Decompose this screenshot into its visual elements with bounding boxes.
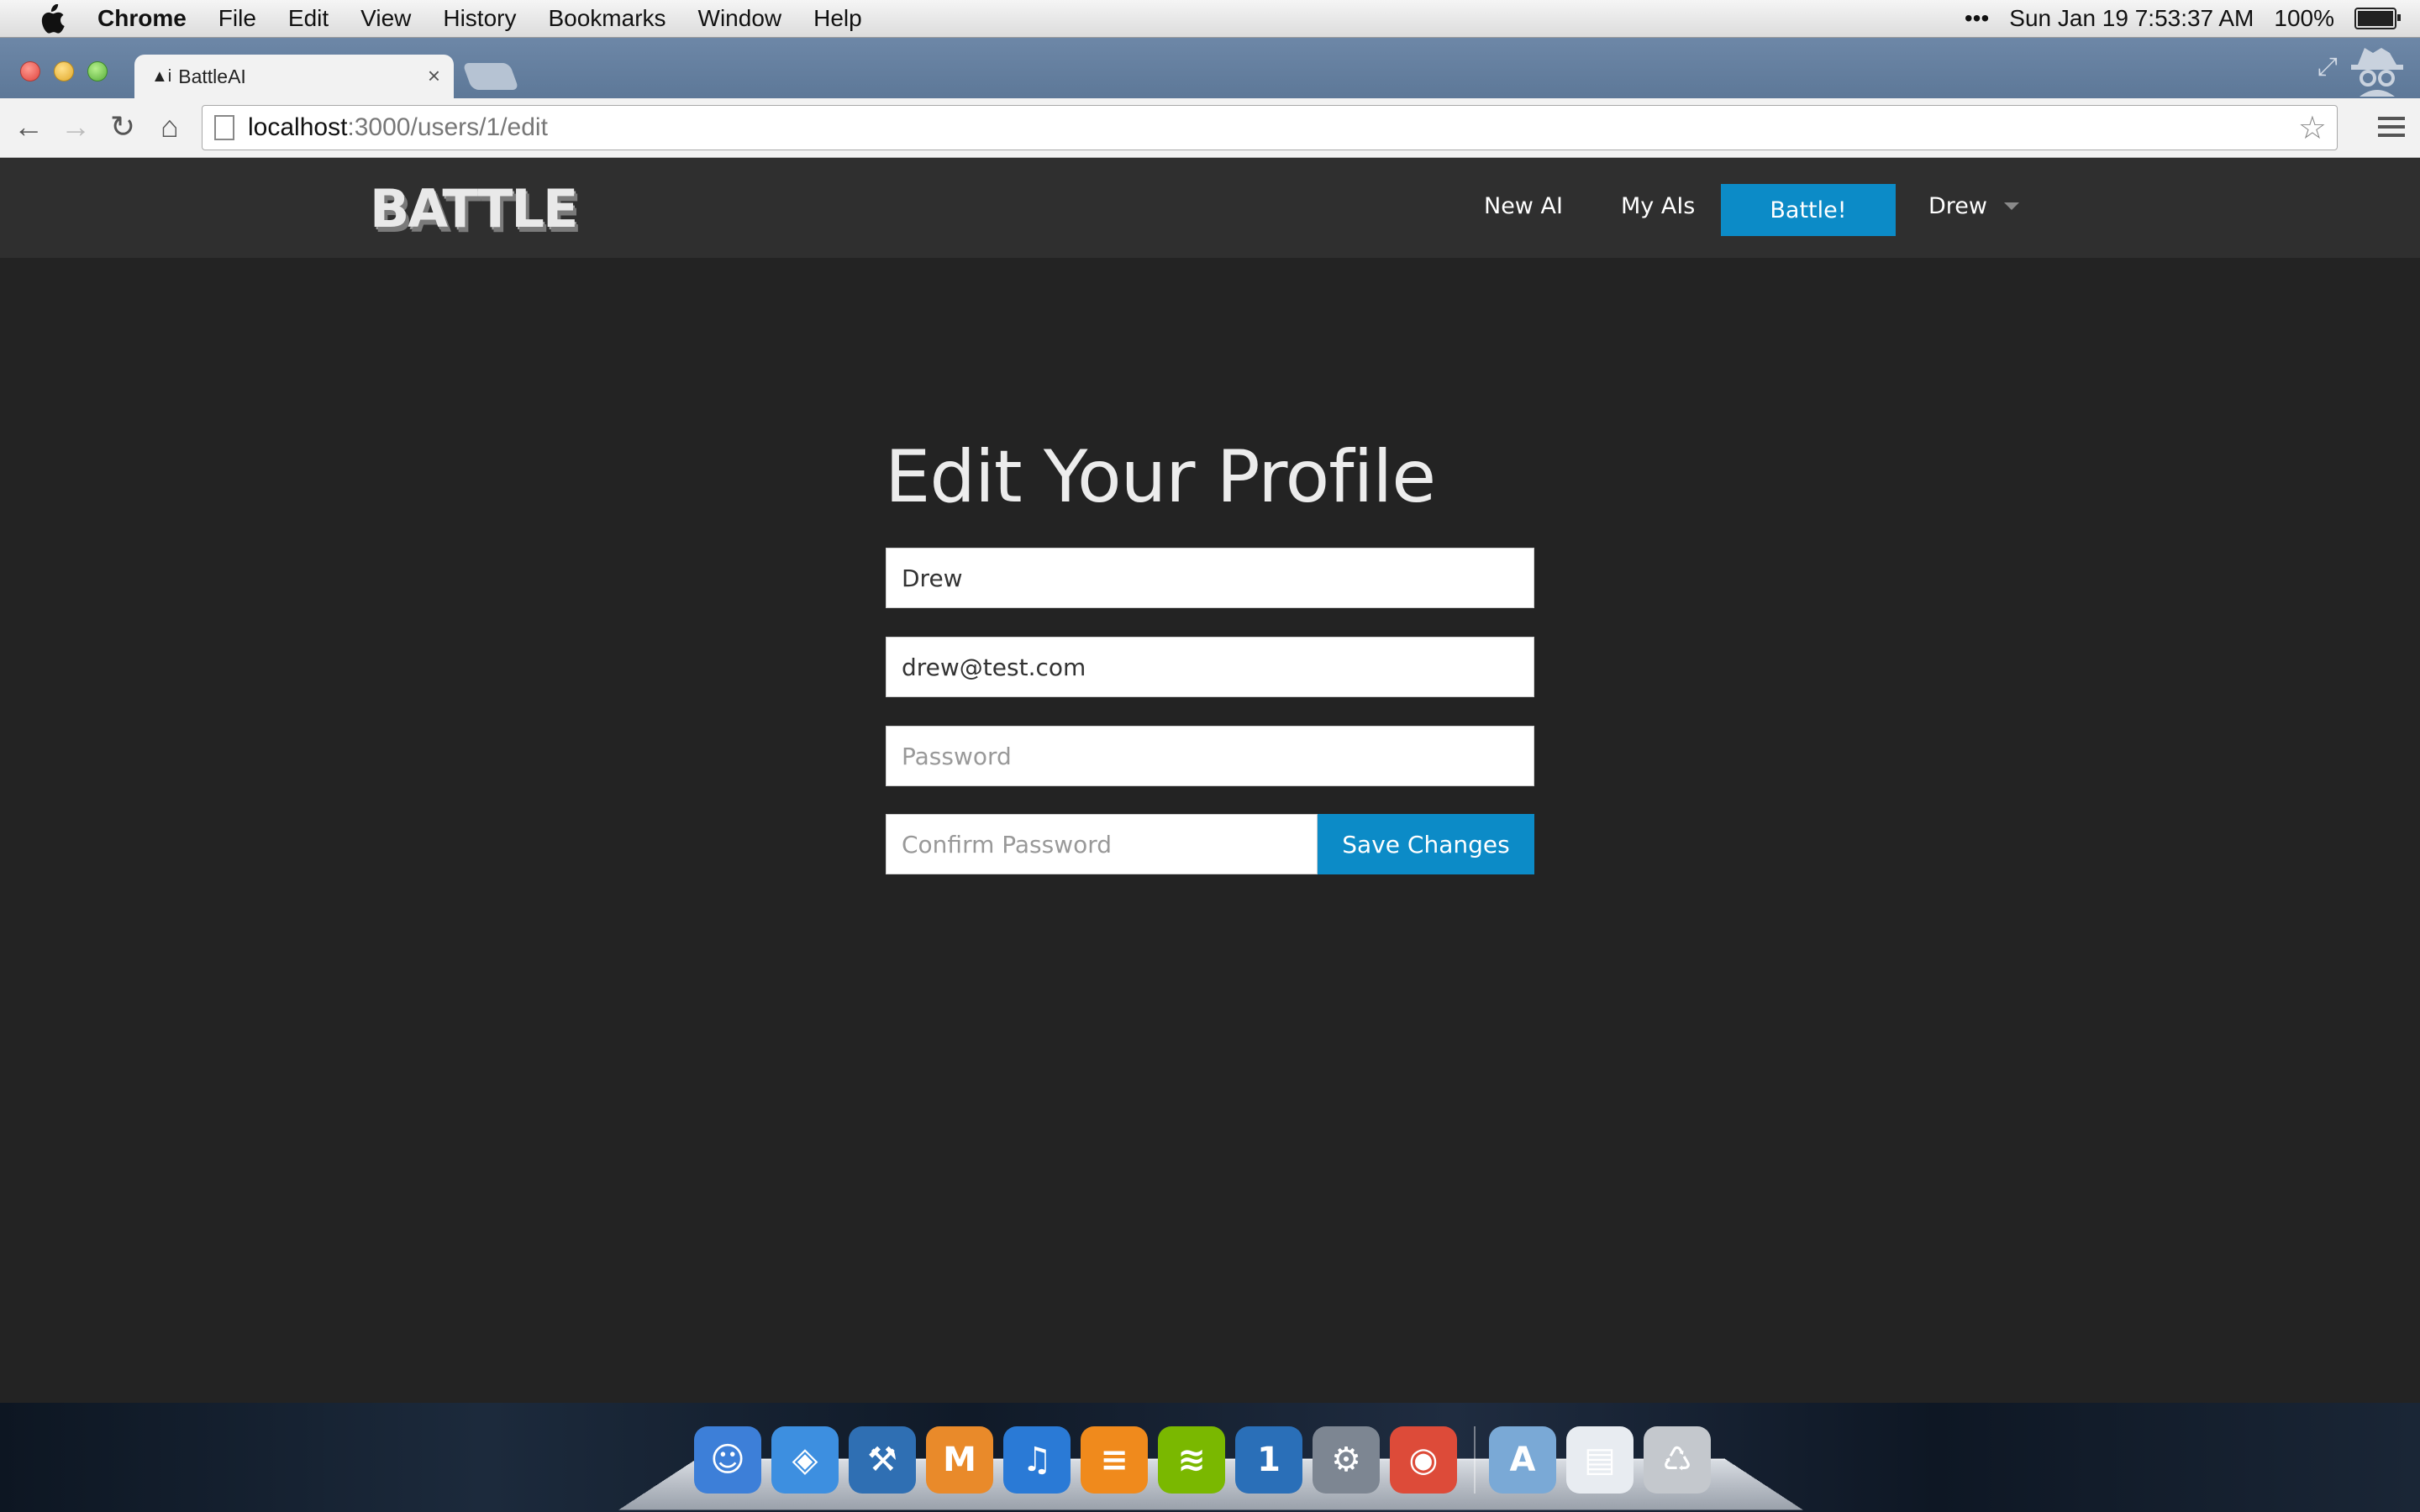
- incognito-icon: [2351, 48, 2403, 97]
- page-icon: [214, 115, 234, 140]
- password-manager-icon[interactable]: 1: [1235, 1426, 1302, 1494]
- back-arrow-icon[interactable]: ←: [12, 110, 45, 144]
- browser-tab-active[interactable]: ▲i BattleAI ×: [134, 55, 454, 98]
- page-title: Edit Your Profile: [885, 435, 1436, 519]
- user-name: Drew: [1928, 193, 1987, 219]
- chevron-down-icon: [2004, 202, 2019, 210]
- tab-title: BattleAI: [178, 65, 246, 87]
- menu-view[interactable]: View: [360, 5, 411, 32]
- trash-icon[interactable]: ♺: [1644, 1426, 1711, 1494]
- menu-app-chrome[interactable]: Chrome: [97, 5, 187, 32]
- xcode-icon[interactable]: ⚒: [849, 1426, 916, 1494]
- menubar-clock[interactable]: Sun Jan 19 7:53:37 AM: [2009, 5, 2254, 32]
- apple-menu-icon[interactable]: [32, 4, 71, 34]
- battery-icon[interactable]: [2354, 8, 2401, 29]
- menu-help[interactable]: Help: [813, 5, 862, 32]
- name-field[interactable]: [886, 548, 1534, 608]
- menu-edit[interactable]: Edit: [288, 5, 329, 32]
- tab-favicon-icon: ▲i: [151, 66, 172, 86]
- ibooks-icon[interactable]: ≡: [1081, 1426, 1148, 1494]
- macos-menubar: Chrome File Edit View History Bookmarks …: [0, 0, 2420, 38]
- window-zoom-button[interactable]: [87, 61, 108, 81]
- password-field[interactable]: [886, 726, 1534, 786]
- address-bar[interactable]: localhost:3000/users/1/edit ☆: [202, 105, 2338, 150]
- email-field[interactable]: [886, 637, 1534, 697]
- system-preferences-icon[interactable]: ⚙: [1313, 1426, 1380, 1494]
- url-host: localhost: [248, 113, 348, 141]
- dock: ☺ ◈ ⚒ M ♫ ≡ ≋ 1 ⚙ ◉ A ▤ ♺: [694, 1416, 1721, 1494]
- chrome-icon[interactable]: ◉: [1390, 1426, 1457, 1494]
- safari-icon[interactable]: ◈: [771, 1426, 839, 1494]
- bookmark-star-icon[interactable]: ☆: [2298, 109, 2327, 147]
- spotify-icon[interactable]: ≋: [1158, 1426, 1225, 1494]
- finder-icon[interactable]: ☺: [694, 1426, 761, 1494]
- menu-history[interactable]: History: [443, 5, 516, 32]
- itunes-icon[interactable]: ♫: [1003, 1426, 1071, 1494]
- url-path: :3000/users/1/edit: [347, 113, 548, 141]
- menu-file[interactable]: File: [218, 5, 256, 32]
- confirm-password-field[interactable]: [886, 814, 1318, 874]
- menu-bookmarks[interactable]: Bookmarks: [548, 5, 666, 32]
- nav-my-ais-link[interactable]: My AIs: [1621, 193, 1695, 219]
- user-dropdown[interactable]: Drew: [1928, 193, 2019, 219]
- battery-percentage: 100%: [2274, 5, 2334, 31]
- menu-window[interactable]: Window: [698, 5, 782, 32]
- chrome-menu-icon[interactable]: [2378, 117, 2405, 142]
- menubar-status-area: ••• Sun Jan 19 7:53:37 AM 100%: [1965, 0, 2420, 37]
- save-changes-button[interactable]: Save Changes: [1318, 814, 1534, 874]
- battle-button[interactable]: Battle!: [1721, 184, 1896, 236]
- window-minimize-button[interactable]: [54, 61, 74, 81]
- forward-arrow-icon[interactable]: →: [59, 110, 92, 144]
- home-icon[interactable]: ⌂: [153, 110, 187, 144]
- site-navbar: BATTLE New AI My AIs Battle! Drew: [0, 158, 2420, 258]
- site-logo[interactable]: BATTLE: [370, 178, 578, 239]
- new-tab-button[interactable]: [462, 63, 519, 90]
- reload-icon[interactable]: ↻: [106, 110, 139, 144]
- window-close-button[interactable]: [20, 61, 40, 81]
- applications-folder-icon[interactable]: A: [1489, 1426, 1556, 1494]
- markdown-editor-icon[interactable]: M: [926, 1426, 993, 1494]
- browser-toolbar: ← → ↻ ⌂ localhost:3000/users/1/edit ☆: [0, 98, 2420, 158]
- dock-separator: [1474, 1426, 1476, 1494]
- browser-tab-strip: ▲i BattleAI × ⤢: [0, 38, 2420, 98]
- fullscreen-icon[interactable]: ⤢: [2317, 53, 2338, 81]
- nav-new-ai-link[interactable]: New AI: [1484, 193, 1563, 219]
- documents-stack-icon[interactable]: ▤: [1566, 1426, 1634, 1494]
- tab-close-icon[interactable]: ×: [428, 63, 440, 89]
- menu-extras-icon[interactable]: •••: [1965, 5, 1989, 32]
- web-page: BATTLE New AI My AIs Battle! Drew Edit Y…: [0, 158, 2420, 1403]
